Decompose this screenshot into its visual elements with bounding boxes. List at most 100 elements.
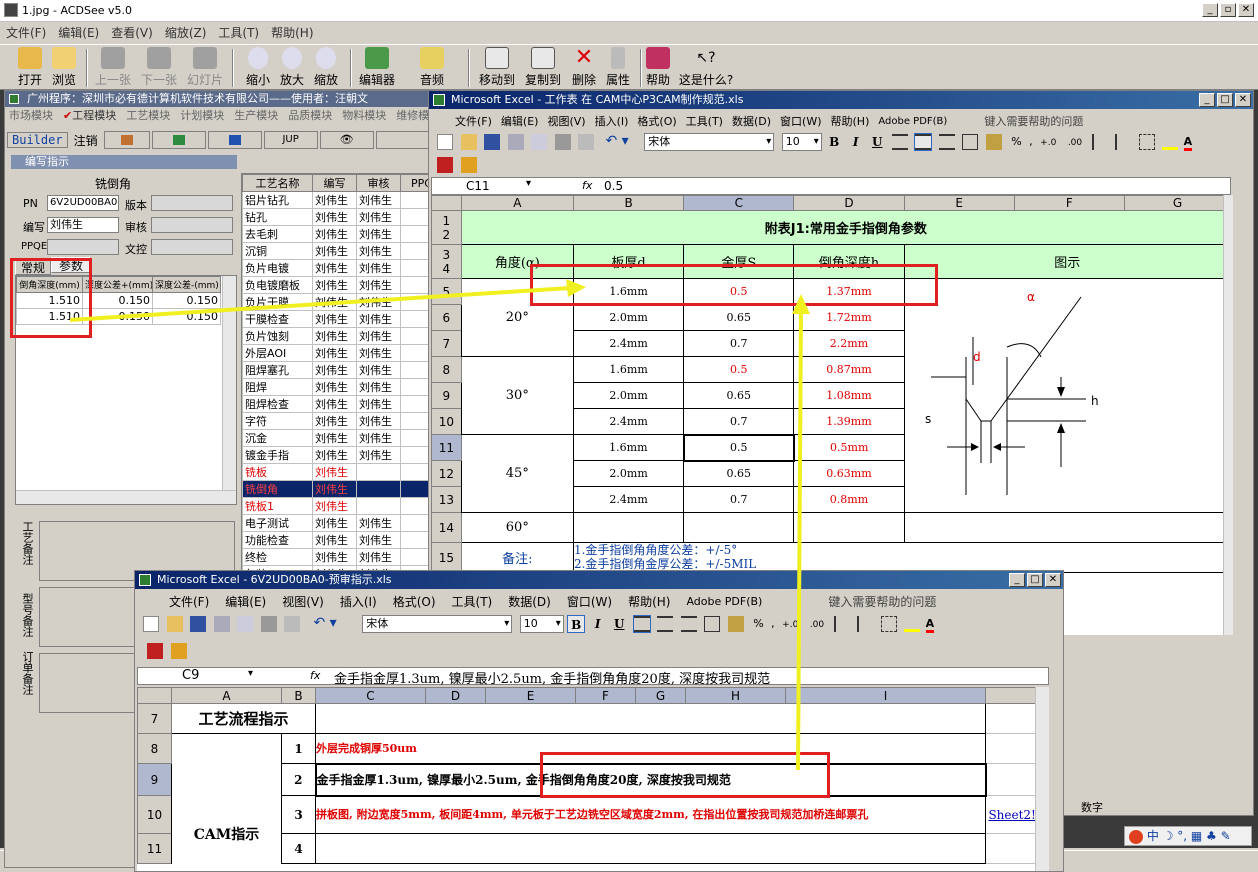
table-title[interactable]: 附表J1:常用金手指倒角参数 <box>460 210 1232 245</box>
open-icon[interactable] <box>166 616 183 632</box>
decrease-decimal-icon[interactable]: .00 <box>1068 138 1082 148</box>
copy-to-button[interactable]: 复制到 <box>520 45 566 88</box>
col-header[interactable]: A <box>460 195 574 211</box>
menu-data[interactable]: 数据(D) <box>508 593 551 610</box>
name-box-dropdown[interactable]: ▾ <box>248 668 253 679</box>
menu-format[interactable]: 格式(O) <box>393 593 436 610</box>
table-cell[interactable]: 2.0mm <box>572 304 685 331</box>
table-row[interactable]: 终检 刘伟生 刘伟生 <box>242 548 431 566</box>
menu-format[interactable]: 格式(O) <box>637 113 676 129</box>
close-button[interactable]: ✕ <box>1045 573 1061 587</box>
eye-icon[interactable]: 👁 <box>319 131 374 149</box>
col-header[interactable]: E <box>485 687 576 704</box>
close-button[interactable]: ✕ <box>1235 93 1251 107</box>
cam-label[interactable]: CAM指示 <box>171 733 282 864</box>
tab-params[interactable]: 参数 <box>51 257 91 273</box>
row-header[interactable]: 34 <box>431 244 462 279</box>
table-cell[interactable]: 1.6mm <box>572 434 685 461</box>
table-cell[interactable]: 2.0mm <box>572 460 685 487</box>
pdf-icon[interactable] <box>147 643 163 659</box>
minimize-button[interactable]: _ <box>1202 3 1218 17</box>
restore-button[interactable]: ▫ <box>1220 3 1236 17</box>
menu-view[interactable]: 视图(V) <box>547 113 585 129</box>
email-icon[interactable] <box>237 616 253 632</box>
properties-button[interactable]: 属性 <box>596 45 640 88</box>
table-row[interactable]: 干膜检查 刘伟生 刘伟生 <box>242 310 431 328</box>
module-repair[interactable]: 维修模 <box>396 107 429 123</box>
percent-icon[interactable]: % <box>753 617 763 630</box>
col-header[interactable]: D <box>425 687 486 704</box>
save-icon[interactable] <box>484 134 500 150</box>
menu-window[interactable]: 窗口(W) <box>567 593 612 610</box>
undo-icon[interactable]: ↶ ▾ <box>314 615 337 631</box>
param-row[interactable]: 1.510 0.150 0.150 <box>16 308 221 325</box>
help-button[interactable]: 帮助 <box>636 45 680 88</box>
angle-cell[interactable]: 45° <box>460 434 574 513</box>
menu-window[interactable]: 窗口(W) <box>780 113 821 129</box>
print-icon[interactable] <box>260 616 277 632</box>
item-number[interactable]: 3 <box>281 795 316 834</box>
table-cell[interactable]: 0.7 <box>683 330 795 357</box>
italic-button[interactable]: I <box>589 615 607 633</box>
table-row[interactable]: 功能检查 刘伟生 刘伟生 <box>242 531 431 549</box>
menu-file[interactable]: 文件(F) <box>169 593 209 610</box>
list-header[interactable]: 审核 <box>356 174 401 192</box>
align-left-icon[interactable] <box>632 615 651 633</box>
table-row[interactable]: 铣倒角 刘伟生 <box>242 480 431 498</box>
table-cell[interactable]: 2.4mm <box>572 330 685 357</box>
browse-button[interactable]: 浏览 <box>42 45 86 88</box>
row-header[interactable]: 8 <box>137 733 172 764</box>
table-row[interactable]: 铝片钻孔 刘伟生 刘伟生 <box>242 191 431 209</box>
row-header[interactable]: 10 <box>137 795 172 834</box>
menu-file[interactable]: 文件(F) <box>6 24 46 41</box>
menu-adobe-pdf[interactable]: Adobe PDF(B) <box>686 595 762 608</box>
row-header[interactable]: 6 <box>431 304 462 331</box>
module-plan[interactable]: 计划模块 <box>180 107 224 123</box>
font-size-select[interactable]: 10 <box>519 615 564 633</box>
col-header[interactable]: B <box>572 195 685 211</box>
ppqe-field[interactable] <box>47 239 119 255</box>
align-center-icon[interactable] <box>914 133 933 151</box>
tool-icon-2[interactable] <box>151 131 206 149</box>
zoom-button[interactable]: 缩放 <box>304 45 348 88</box>
col-header[interactable]: D <box>793 195 905 211</box>
row-header[interactable]: 13 <box>431 486 462 513</box>
table-row[interactable]: 负片干膜 刘伟生 刘伟生 <box>242 293 431 311</box>
module-material[interactable]: 物料模块 <box>342 107 386 123</box>
item-text[interactable] <box>315 833 986 864</box>
name-box-dropdown[interactable]: ▾ <box>526 178 531 189</box>
new-icon[interactable] <box>143 616 159 632</box>
menu-zoom[interactable]: 缩放(Z) <box>165 24 207 41</box>
menu-insert[interactable]: 插入(I) <box>340 593 377 610</box>
font-select[interactable]: 宋体 <box>644 133 775 151</box>
print-icon[interactable] <box>554 134 571 150</box>
formula-input[interactable]: 0.5 <box>604 179 623 193</box>
currency-icon[interactable] <box>727 616 744 632</box>
tool-icon-3[interactable] <box>207 131 262 149</box>
col-header[interactable]: B <box>281 687 316 704</box>
underline-button[interactable]: U <box>610 615 628 633</box>
table-cell[interactable]: 0.5 <box>683 278 795 305</box>
next-image-button[interactable]: 下一张 <box>136 45 182 88</box>
decrease-indent-icon[interactable] <box>1091 134 1108 150</box>
align-right-icon[interactable] <box>680 616 697 632</box>
doc-control-field[interactable] <box>151 239 233 255</box>
borders-icon[interactable] <box>880 616 897 632</box>
menu-help[interactable]: 帮助(H) <box>628 593 670 610</box>
new-icon[interactable] <box>437 134 453 150</box>
font-size-select[interactable]: 10 <box>781 133 822 151</box>
font-select[interactable]: 宋体 <box>362 615 513 633</box>
header-angle[interactable]: 角度(α) <box>460 244 574 279</box>
tool-icon-4[interactable] <box>375 131 430 149</box>
module-quality[interactable]: 品质模块 <box>288 107 332 123</box>
item-text[interactable]: 外层完成铜厚50um <box>315 733 986 764</box>
module-process[interactable]: 工艺模块 <box>126 107 170 123</box>
row-header[interactable]: 8 <box>431 356 462 383</box>
fill-color-icon[interactable] <box>904 616 921 632</box>
menu-help[interactable]: 帮助(H) <box>271 24 313 41</box>
currency-icon[interactable] <box>985 134 1002 150</box>
tab-general[interactable]: 常规 <box>15 259 51 275</box>
ime-toolbar[interactable]: 中 ☽ °, ▦ ♣ ✎ <box>1124 826 1252 846</box>
list-header[interactable]: 工艺名称 <box>242 174 313 192</box>
params-vscroll[interactable] <box>222 276 236 490</box>
